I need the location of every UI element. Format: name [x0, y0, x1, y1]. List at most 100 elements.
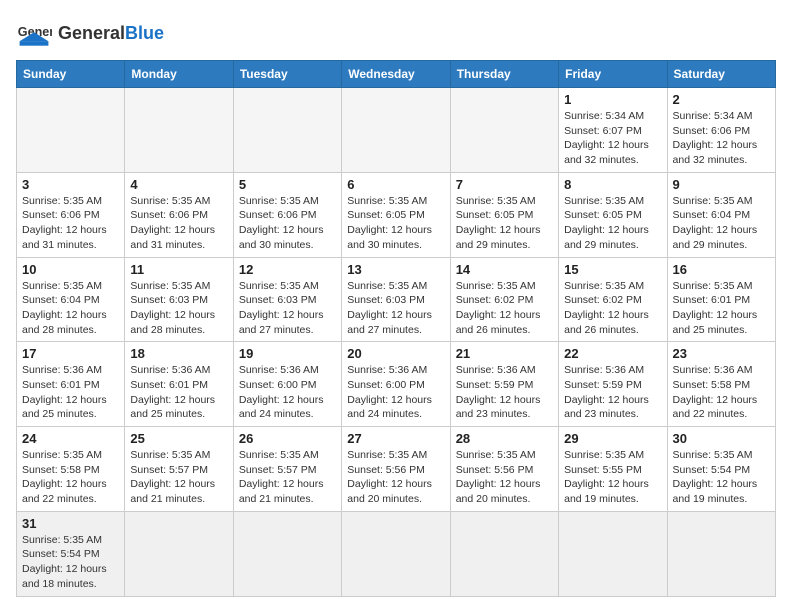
weekday-header-sunday: Sunday: [17, 61, 125, 88]
logo-text: GeneralBlue: [58, 24, 164, 44]
day-info: Sunrise: 5:36 AM Sunset: 6:01 PM Dayligh…: [22, 363, 119, 422]
calendar-week-row: 3 Sunrise: 5:35 AM Sunset: 6:06 PM Daylig…: [17, 172, 776, 257]
day-number: 2: [673, 92, 770, 107]
calendar-day-cell: 14 Sunrise: 5:35 AM Sunset: 6:02 PM Dayli…: [450, 257, 558, 342]
day-number: 14: [456, 262, 553, 277]
calendar-day-cell: 26Sunrise: 5:35 AM Sunset: 5:57 PM Dayli…: [233, 427, 341, 512]
day-number: 18: [130, 346, 227, 361]
calendar-day-cell: [342, 88, 450, 173]
calendar-header: SundayMondayTuesdayWednesdayThursdayFrid…: [17, 61, 776, 88]
calendar-body: 1 Sunrise: 5:34 AM Sunset: 6:07 PM Daylig…: [17, 88, 776, 597]
calendar-day-cell: 28 Sunrise: 5:35 AM Sunset: 5:56 PM Dayli…: [450, 427, 558, 512]
calendar-day-cell: 2Sunrise: 5:34 AM Sunset: 6:06 PM Daylig…: [667, 88, 775, 173]
day-info: Sunrise: 5:35 AM Sunset: 6:06 PM Dayligh…: [130, 194, 227, 253]
day-number: 16: [673, 262, 770, 277]
day-info: Sunrise: 5:36 AM Sunset: 5:58 PM Dayligh…: [673, 363, 770, 422]
calendar-day-cell: [450, 88, 558, 173]
day-info: Sunrise: 5:35 AM Sunset: 6:05 PM Dayligh…: [347, 194, 444, 253]
day-number: 24: [22, 431, 119, 446]
calendar-day-cell: [450, 511, 558, 596]
weekday-header-monday: Monday: [125, 61, 233, 88]
day-info: Sunrise: 5:35 AM Sunset: 5:57 PM Dayligh…: [239, 448, 336, 507]
day-info: Sunrise: 5:35 AM Sunset: 6:06 PM Dayligh…: [239, 194, 336, 253]
day-number: 9: [673, 177, 770, 192]
calendar-week-row: 24 Sunrise: 5:35 AM Sunset: 5:58 PM Dayli…: [17, 427, 776, 512]
day-info: Sunrise: 5:35 AM Sunset: 6:02 PM Dayligh…: [456, 279, 553, 338]
day-number: 21: [456, 346, 553, 361]
day-number: 15: [564, 262, 661, 277]
calendar-day-cell: 13Sunrise: 5:35 AM Sunset: 6:03 PM Dayli…: [342, 257, 450, 342]
weekday-header-wednesday: Wednesday: [342, 61, 450, 88]
day-info: Sunrise: 5:35 AM Sunset: 6:03 PM Dayligh…: [130, 279, 227, 338]
weekday-header-saturday: Saturday: [667, 61, 775, 88]
calendar-day-cell: 20Sunrise: 5:36 AM Sunset: 6:00 PM Dayli…: [342, 342, 450, 427]
day-number: 19: [239, 346, 336, 361]
calendar-day-cell: 25Sunrise: 5:35 AM Sunset: 5:57 PM Dayli…: [125, 427, 233, 512]
day-number: 25: [130, 431, 227, 446]
day-info: Sunrise: 5:36 AM Sunset: 5:59 PM Dayligh…: [456, 363, 553, 422]
day-info: Sunrise: 5:36 AM Sunset: 6:01 PM Dayligh…: [130, 363, 227, 422]
day-info: Sunrise: 5:35 AM Sunset: 5:56 PM Dayligh…: [347, 448, 444, 507]
day-info: Sunrise: 5:35 AM Sunset: 6:03 PM Dayligh…: [347, 279, 444, 338]
logo: General GeneralBlue: [16, 16, 164, 52]
calendar-day-cell: 4Sunrise: 5:35 AM Sunset: 6:06 PM Daylig…: [125, 172, 233, 257]
calendar-day-cell: 6 Sunrise: 5:35 AM Sunset: 6:05 PM Daylig…: [342, 172, 450, 257]
weekday-header-tuesday: Tuesday: [233, 61, 341, 88]
day-info: Sunrise: 5:35 AM Sunset: 5:58 PM Dayligh…: [22, 448, 119, 507]
day-info: Sunrise: 5:35 AM Sunset: 6:05 PM Dayligh…: [456, 194, 553, 253]
day-info: Sunrise: 5:35 AM Sunset: 6:05 PM Dayligh…: [564, 194, 661, 253]
calendar-day-cell: 30Sunrise: 5:35 AM Sunset: 5:54 PM Dayli…: [667, 427, 775, 512]
day-info: Sunrise: 5:34 AM Sunset: 6:07 PM Dayligh…: [564, 109, 661, 168]
day-info: Sunrise: 5:35 AM Sunset: 5:54 PM Dayligh…: [22, 533, 119, 592]
calendar-day-cell: 11 Sunrise: 5:35 AM Sunset: 6:03 PM Dayli…: [125, 257, 233, 342]
calendar-day-cell: [17, 88, 125, 173]
day-info: Sunrise: 5:35 AM Sunset: 6:03 PM Dayligh…: [239, 279, 336, 338]
calendar-day-cell: 31Sunrise: 5:35 AM Sunset: 5:54 PM Dayli…: [17, 511, 125, 596]
logo-icon: General: [16, 16, 52, 52]
day-number: 6: [347, 177, 444, 192]
weekday-header-thursday: Thursday: [450, 61, 558, 88]
day-number: 27: [347, 431, 444, 446]
calendar-day-cell: [233, 511, 341, 596]
day-number: 28: [456, 431, 553, 446]
day-number: 12: [239, 262, 336, 277]
day-info: Sunrise: 5:35 AM Sunset: 6:06 PM Dayligh…: [22, 194, 119, 253]
day-info: Sunrise: 5:35 AM Sunset: 6:04 PM Dayligh…: [22, 279, 119, 338]
calendar-day-cell: [667, 511, 775, 596]
day-number: 7: [456, 177, 553, 192]
day-number: 29: [564, 431, 661, 446]
day-number: 10: [22, 262, 119, 277]
calendar-day-cell: 17 Sunrise: 5:36 AM Sunset: 6:01 PM Dayli…: [17, 342, 125, 427]
calendar-week-row: 31Sunrise: 5:35 AM Sunset: 5:54 PM Dayli…: [17, 511, 776, 596]
calendar-day-cell: [125, 88, 233, 173]
day-info: Sunrise: 5:35 AM Sunset: 5:56 PM Dayligh…: [456, 448, 553, 507]
day-info: Sunrise: 5:35 AM Sunset: 5:55 PM Dayligh…: [564, 448, 661, 507]
calendar-day-cell: 8 Sunrise: 5:35 AM Sunset: 6:05 PM Daylig…: [559, 172, 667, 257]
calendar-week-row: 1 Sunrise: 5:34 AM Sunset: 6:07 PM Daylig…: [17, 88, 776, 173]
calendar-day-cell: 29 Sunrise: 5:35 AM Sunset: 5:55 PM Dayli…: [559, 427, 667, 512]
calendar-table: SundayMondayTuesdayWednesdayThursdayFrid…: [16, 60, 776, 597]
day-number: 22: [564, 346, 661, 361]
calendar-week-row: 10 Sunrise: 5:35 AM Sunset: 6:04 PM Dayli…: [17, 257, 776, 342]
day-number: 8: [564, 177, 661, 192]
calendar-day-cell: 18 Sunrise: 5:36 AM Sunset: 6:01 PM Dayli…: [125, 342, 233, 427]
calendar-day-cell: 23Sunrise: 5:36 AM Sunset: 5:58 PM Dayli…: [667, 342, 775, 427]
day-number: 17: [22, 346, 119, 361]
calendar-day-cell: 24 Sunrise: 5:35 AM Sunset: 5:58 PM Dayli…: [17, 427, 125, 512]
calendar-day-cell: 19 Sunrise: 5:36 AM Sunset: 6:00 PM Dayli…: [233, 342, 341, 427]
calendar-day-cell: [233, 88, 341, 173]
calendar-day-cell: 21 Sunrise: 5:36 AM Sunset: 5:59 PM Dayli…: [450, 342, 558, 427]
calendar-day-cell: 16Sunrise: 5:35 AM Sunset: 6:01 PM Dayli…: [667, 257, 775, 342]
day-number: 1: [564, 92, 661, 107]
calendar-day-cell: 15Sunrise: 5:35 AM Sunset: 6:02 PM Dayli…: [559, 257, 667, 342]
day-number: 3: [22, 177, 119, 192]
calendar-day-cell: 10 Sunrise: 5:35 AM Sunset: 6:04 PM Dayli…: [17, 257, 125, 342]
day-number: 11: [130, 262, 227, 277]
calendar-day-cell: 5Sunrise: 5:35 AM Sunset: 6:06 PM Daylig…: [233, 172, 341, 257]
calendar-day-cell: 3 Sunrise: 5:35 AM Sunset: 6:06 PM Daylig…: [17, 172, 125, 257]
day-info: Sunrise: 5:36 AM Sunset: 6:00 PM Dayligh…: [239, 363, 336, 422]
calendar-day-cell: 7 Sunrise: 5:35 AM Sunset: 6:05 PM Daylig…: [450, 172, 558, 257]
day-number: 20: [347, 346, 444, 361]
calendar-day-cell: 1 Sunrise: 5:34 AM Sunset: 6:07 PM Daylig…: [559, 88, 667, 173]
calendar-day-cell: [342, 511, 450, 596]
